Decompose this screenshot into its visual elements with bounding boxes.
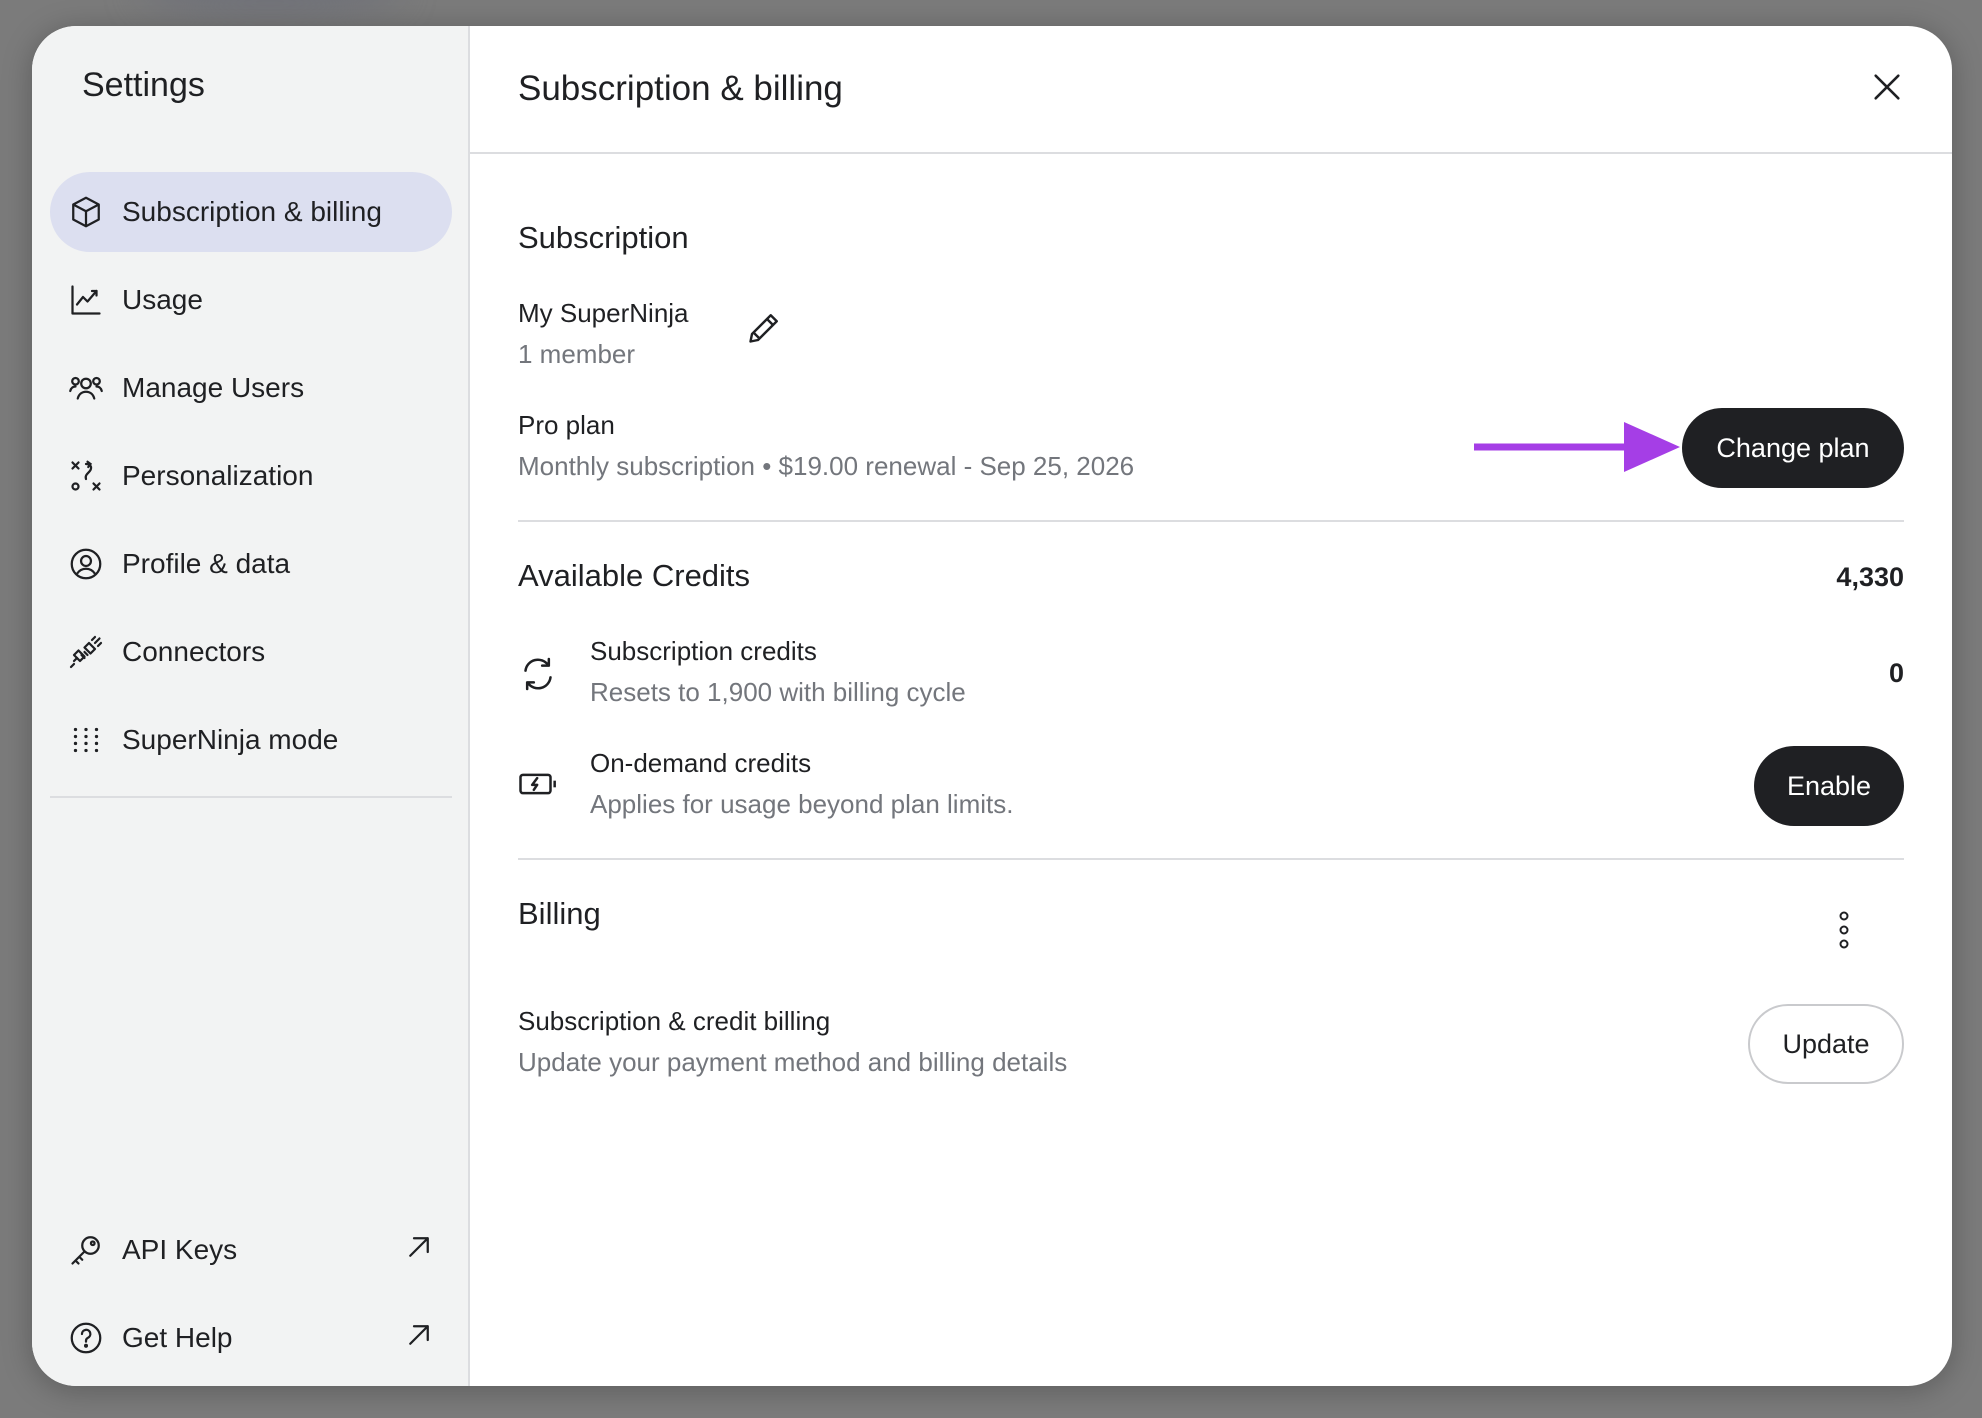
team-name: My SuperNinja [518, 298, 689, 328]
subscription-heading: Subscription [518, 220, 689, 255]
pencil-icon [746, 314, 782, 350]
arrow-up-right-icon [404, 1232, 434, 1269]
sidebar-item-usage[interactable]: Usage [50, 260, 452, 340]
sidebar-item-label: Subscription & billing [122, 196, 382, 227]
subscription-credits-desc: Resets to 1,900 with billing cycle [590, 677, 966, 707]
sidebar-item-superninja-mode[interactable]: SuperNinja mode [50, 700, 452, 780]
battery-charging-icon [518, 764, 562, 808]
user-circle-icon [66, 544, 106, 584]
close-button[interactable] [1862, 64, 1912, 114]
sidebar-item-label: API Keys [122, 1234, 238, 1265]
sidebar-footer: API Keys Get Help [50, 1210, 452, 1386]
billing-more-button[interactable] [1838, 910, 1868, 954]
page-title: Subscription & billing [518, 69, 843, 108]
sidebar-item-label: Usage [122, 284, 203, 315]
personalization-icon [66, 456, 106, 496]
change-plan-button[interactable]: Change plan [1682, 408, 1904, 488]
subscription-credits-label: Subscription credits [590, 636, 817, 666]
arrow-up-right-icon [404, 1320, 434, 1357]
sidebar-item-subscription-billing[interactable]: Subscription & billing [50, 172, 452, 252]
cube-icon [66, 192, 106, 232]
plug-icon [66, 632, 106, 672]
billing-item-label: Subscription & credit billing [518, 1006, 831, 1036]
edit-team-button[interactable] [746, 310, 786, 350]
billing-item: Subscription & credit billing Update you… [518, 1006, 1904, 1078]
subscription-credits: Subscription credits Resets to 1,900 wit… [590, 636, 1904, 708]
sidebar-item-manage-users[interactable]: Manage Users [50, 348, 452, 428]
subscription-credits-value: 0 [1888, 658, 1904, 688]
settings-modal: Settings Subscription & billing Usage Ma… [32, 26, 1952, 1386]
settings-sidebar: Settings Subscription & billing Usage Ma… [32, 26, 470, 1386]
divider [518, 858, 1904, 860]
refresh-icon [518, 654, 562, 698]
close-icon [1870, 70, 1904, 109]
main-header: Subscription & billing [470, 26, 1952, 154]
credits-heading: Available Credits [518, 558, 751, 593]
sidebar-item-label: Manage Users [122, 372, 305, 403]
divider [518, 520, 1904, 522]
team-members: 1 member [518, 339, 636, 369]
on-demand-credits: On-demand credits Applies for usage beyo… [590, 748, 1904, 820]
more-vertical-icon [1838, 911, 1850, 954]
on-demand-credits-label: On-demand credits [590, 748, 812, 778]
credits-total: 4,330 [1836, 562, 1904, 592]
update-billing-button[interactable]: Update [1748, 1004, 1904, 1084]
sidebar-item-connectors[interactable]: Connectors [50, 612, 452, 692]
sidebar-nav: Subscription & billing Usage Manage User… [50, 172, 452, 788]
billing-item-desc: Update your payment method and billing d… [518, 1047, 1068, 1077]
sidebar-item-label: Connectors [122, 636, 266, 667]
sidebar-item-label: Get Help [122, 1322, 233, 1353]
sidebar-item-label: Profile & data [122, 548, 291, 579]
sidebar-item-api-keys[interactable]: API Keys [50, 1210, 452, 1290]
billing-heading: Billing [518, 896, 601, 931]
main-panel: Subscription & billing Subscription My S… [470, 26, 1952, 1386]
sidebar-item-personalization[interactable]: Personalization [50, 436, 452, 516]
users-icon [66, 368, 106, 408]
sidebar-divider [50, 796, 452, 798]
arrow-pointer-icon [1474, 422, 1680, 472]
sidebar-title: Settings [82, 66, 205, 104]
key-icon [66, 1230, 106, 1270]
backdrop [140, 0, 400, 10]
dots-grid-icon [66, 720, 106, 760]
sidebar-item-get-help[interactable]: Get Help [50, 1298, 452, 1378]
on-demand-credits-desc: Applies for usage beyond plan limits. [590, 789, 1014, 819]
chart-line-icon [66, 280, 106, 320]
sidebar-item-profile-data[interactable]: Profile & data [50, 524, 452, 604]
enable-on-demand-button[interactable]: Enable [1754, 746, 1904, 826]
team-info: My SuperNinja 1 member [518, 298, 1904, 370]
sidebar-item-label: Personalization [122, 460, 314, 491]
sidebar-item-label: SuperNinja mode [122, 724, 339, 755]
help-circle-icon [66, 1318, 106, 1358]
